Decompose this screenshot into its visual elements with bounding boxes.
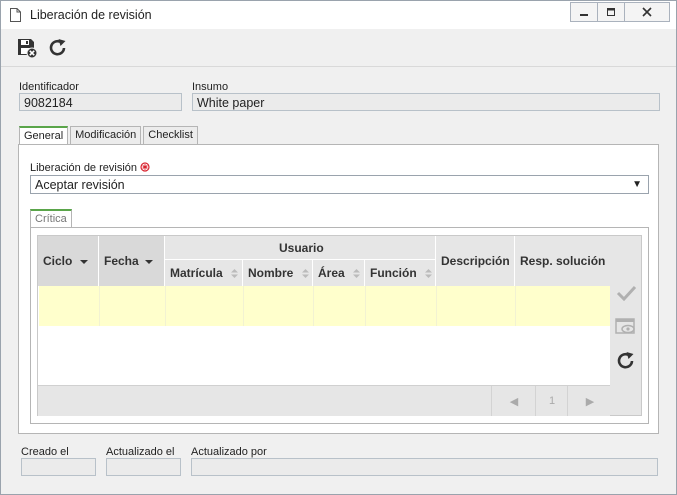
column-resp-solucion-label: Resp. solución bbox=[520, 254, 606, 268]
refresh-button[interactable] bbox=[47, 37, 69, 59]
liberacion-label: Liberación de revisión bbox=[30, 162, 150, 174]
column-area[interactable]: Área bbox=[313, 260, 365, 286]
liberacion-select[interactable]: Aceptar revisión ▼ bbox=[30, 175, 649, 194]
minimize-button[interactable] bbox=[570, 2, 598, 22]
column-matricula-label: Matrícula bbox=[170, 266, 223, 280]
grid-pager: ◀ 1 ▶ bbox=[38, 385, 610, 416]
sort-icon bbox=[231, 269, 238, 278]
column-descripcion[interactable]: Descripción bbox=[436, 236, 515, 286]
column-ciclo[interactable]: Ciclo bbox=[38, 236, 99, 286]
grid-actions bbox=[610, 235, 642, 416]
approve-button[interactable] bbox=[614, 281, 638, 305]
next-page-icon: ▶ bbox=[585, 395, 595, 408]
close-icon bbox=[642, 7, 652, 17]
prev-page-icon: ◀ bbox=[509, 395, 519, 408]
insumo-field[interactable]: White paper bbox=[192, 93, 660, 111]
view-record-icon bbox=[615, 318, 635, 334]
column-fecha-label: Fecha bbox=[104, 254, 139, 268]
tab-modificacion[interactable]: Modificación bbox=[70, 126, 142, 144]
window-title: Liberación de revisión bbox=[30, 8, 152, 22]
column-nombre[interactable]: Nombre bbox=[243, 260, 313, 286]
required-icon bbox=[140, 162, 150, 172]
sort-icon bbox=[353, 269, 360, 278]
tab-bar: General Modificación Checklist bbox=[19, 126, 200, 146]
column-ciclo-label: Ciclo bbox=[43, 254, 73, 268]
dropdown-arrow-icon: ▼ bbox=[632, 179, 642, 190]
checkmark-icon bbox=[616, 285, 636, 301]
identificador-label: Identificador bbox=[19, 81, 79, 93]
sort-icon bbox=[302, 269, 309, 278]
column-nombre-label: Nombre bbox=[248, 266, 294, 280]
grid-refresh-button[interactable] bbox=[614, 349, 638, 373]
toolbar bbox=[1, 30, 676, 67]
column-area-label: Área bbox=[318, 266, 345, 280]
actualizado-label: Actualizado el bbox=[106, 446, 175, 458]
column-funcion[interactable]: Función bbox=[365, 260, 436, 286]
liberacion-selected-value: Aceptar revisión bbox=[35, 178, 125, 192]
identificador-field[interactable]: 9082184 bbox=[19, 93, 182, 111]
column-fecha[interactable]: Fecha bbox=[99, 236, 165, 286]
minimize-icon bbox=[580, 14, 588, 16]
sort-down-icon bbox=[80, 260, 88, 264]
title-bar: Liberación de revisión bbox=[1, 1, 676, 29]
dialog-window: Liberación de revisión Identificador 908… bbox=[0, 0, 677, 495]
actualizado-por-label: Actualizado por bbox=[191, 446, 267, 458]
prev-page-button[interactable]: ◀ bbox=[491, 386, 536, 416]
page-number: 1 bbox=[535, 386, 568, 416]
column-group-usuario: Usuario bbox=[165, 236, 436, 260]
view-button[interactable] bbox=[614, 315, 638, 339]
document-icon bbox=[10, 8, 21, 22]
window-controls bbox=[570, 2, 670, 22]
actualizado-por-field[interactable] bbox=[191, 458, 658, 476]
column-matricula[interactable]: Matrícula bbox=[165, 260, 243, 286]
refresh-icon bbox=[617, 352, 634, 369]
next-page-button[interactable]: ▶ bbox=[567, 386, 612, 416]
column-resp-solucion[interactable]: Resp. solución bbox=[515, 236, 610, 286]
save-close-button[interactable] bbox=[16, 37, 38, 59]
maximize-button[interactable] bbox=[597, 2, 625, 22]
creado-field[interactable] bbox=[21, 458, 96, 476]
creado-label: Creado el bbox=[21, 446, 69, 458]
maximize-icon bbox=[607, 8, 615, 16]
tab-checklist[interactable]: Checklist bbox=[143, 126, 198, 144]
column-funcion-label: Función bbox=[370, 266, 417, 280]
page-number-text: 1 bbox=[548, 395, 556, 407]
close-button[interactable] bbox=[624, 2, 670, 22]
refresh-icon bbox=[49, 39, 66, 56]
sort-icon bbox=[425, 269, 432, 278]
column-descripcion-label: Descripción bbox=[441, 254, 510, 268]
insumo-label: Insumo bbox=[192, 81, 229, 93]
critica-grid: Ciclo Fecha Usuario Matrícula Nombre Áre… bbox=[37, 235, 611, 416]
liberacion-label-text: Liberación de revisión bbox=[30, 162, 138, 174]
table-row[interactable] bbox=[39, 286, 611, 326]
actualizado-field[interactable] bbox=[106, 458, 181, 476]
save-close-icon bbox=[18, 39, 38, 59]
sort-down-icon bbox=[145, 260, 153, 264]
tab-general[interactable]: General bbox=[19, 126, 69, 146]
column-usuario-label: Usuario bbox=[279, 241, 324, 255]
